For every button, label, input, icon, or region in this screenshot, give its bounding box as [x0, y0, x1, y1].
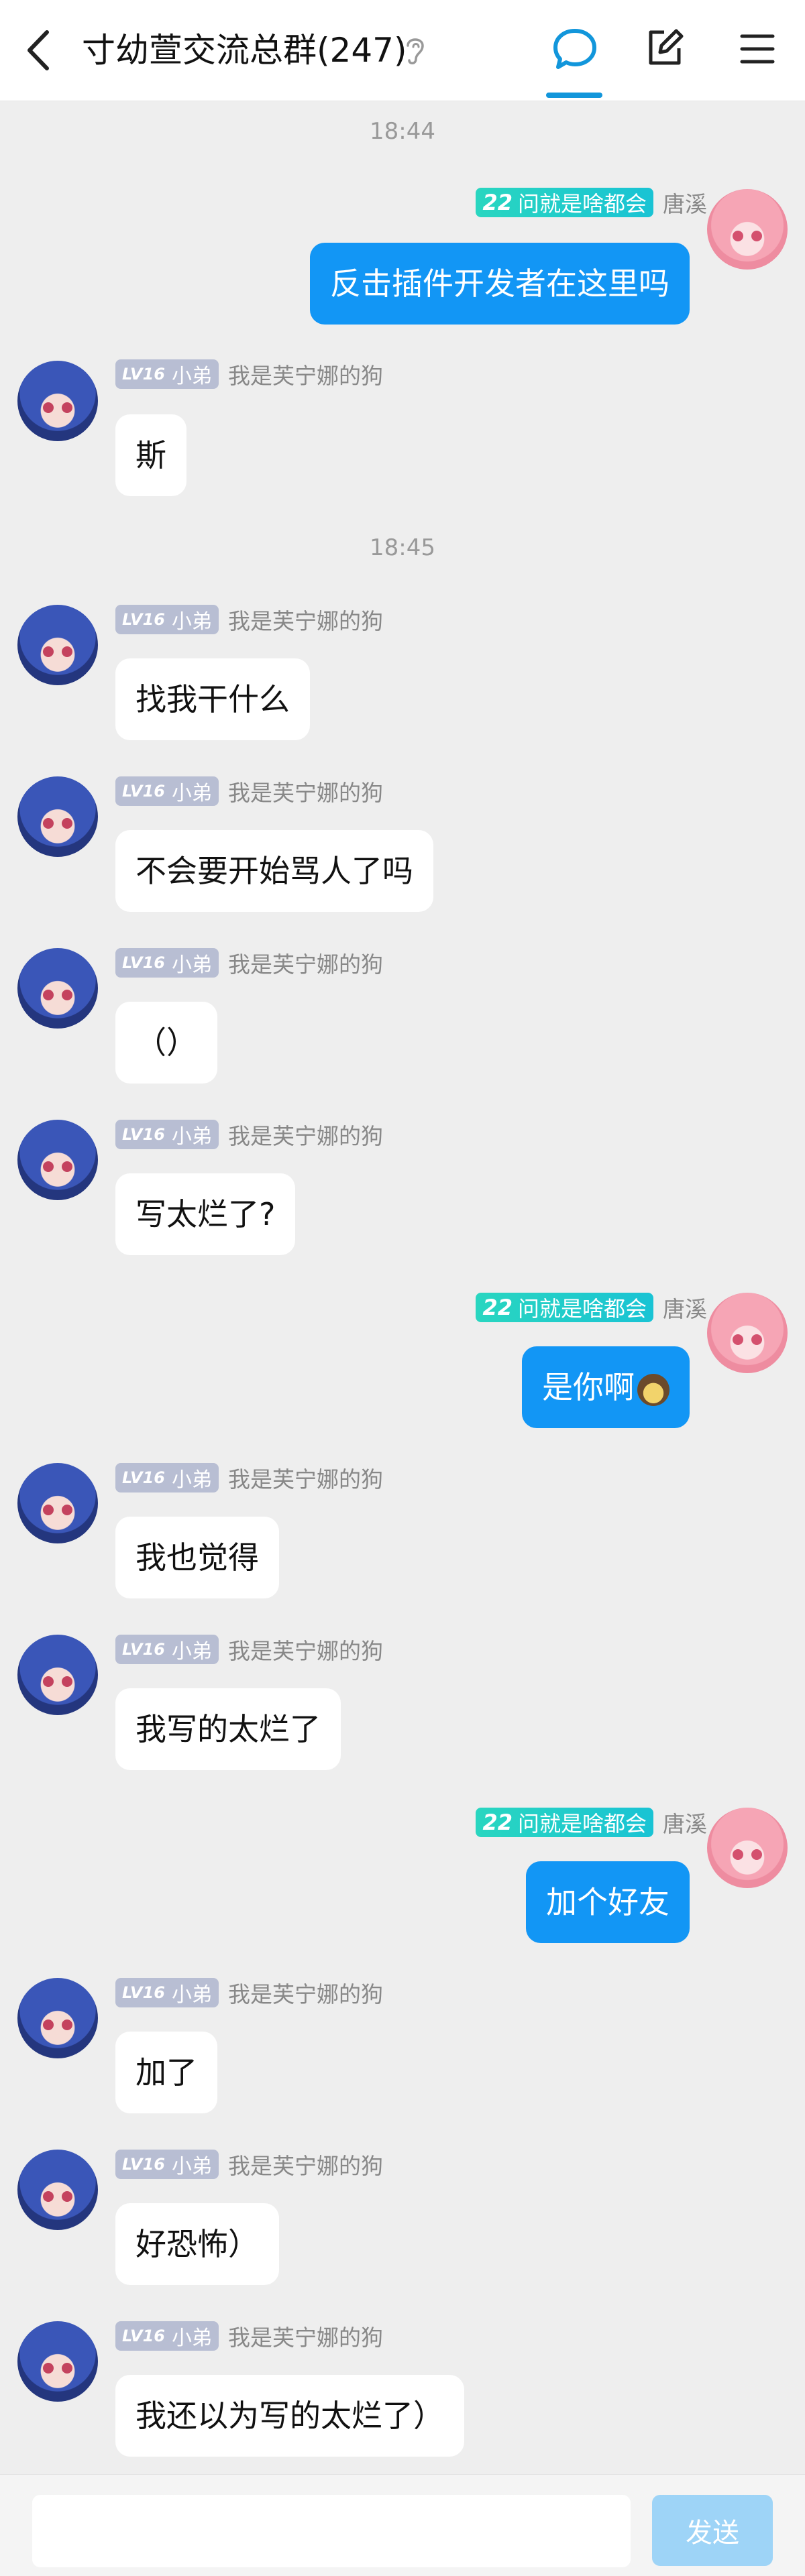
avatar[interactable] [17, 2150, 98, 2230]
message-bubble[interactable]: 我也觉得 [115, 1517, 279, 1598]
message-text: 是你啊 [542, 1369, 635, 1405]
sender-name: 我是芙宁娜的狗 [227, 951, 383, 978]
chat-header: 寸幼萱交流总群(247) [0, 0, 805, 101]
input-bar: 发送 [0, 2474, 805, 2576]
avatar[interactable] [707, 189, 788, 270]
sender-name: 我是芙宁娜的狗 [227, 2153, 383, 2179]
group-title[interactable]: 寸幼萱交流总群(247) [82, 25, 407, 75]
member-badge: 22 问就是啥都会 [476, 1808, 653, 1837]
avatar[interactable] [17, 2321, 98, 2402]
level-badge: LV16 小弟 [115, 1978, 219, 2007]
message-bubble[interactable]: 找我干什么 [115, 658, 310, 740]
sender-name: 我是芙宁娜的狗 [227, 1466, 383, 1492]
sender-info: 22 问就是啥都会 唐溪 [476, 1808, 707, 1837]
message-bubble[interactable]: 好恐怖） [115, 2203, 279, 2285]
avatar[interactable] [17, 776, 98, 857]
level-badge: LV16 小弟 [115, 776, 219, 806]
message-bubble[interactable]: 斯 [115, 414, 186, 496]
avatar[interactable] [17, 605, 98, 685]
level-badge: LV16 小弟 [115, 2321, 219, 2351]
emoji-icon [637, 1373, 669, 1406]
sender-info: LV16 小弟 我是芙宁娜的狗 [115, 2321, 383, 2351]
sender-name: 唐溪 [663, 1811, 707, 1837]
message-bubble[interactable]: 我写的太烂了 [115, 1688, 341, 1770]
avatar[interactable] [707, 1293, 788, 1373]
chat-bubble-icon[interactable] [551, 25, 598, 72]
sender-name: 我是芙宁娜的狗 [227, 1638, 383, 1664]
sender-info: 22 问就是啥都会 唐溪 [476, 188, 707, 217]
avatar[interactable] [707, 1808, 788, 1888]
active-tab-indicator [546, 93, 602, 98]
avatar[interactable] [17, 1120, 98, 1200]
level-badge: LV16 小弟 [115, 2150, 219, 2179]
sender-info: LV16 小弟 我是芙宁娜的狗 [115, 1978, 383, 2007]
ear-icon [407, 38, 424, 64]
message-bubble[interactable]: 反击插件开发者在这里吗 [310, 243, 690, 325]
level-badge: LV16 小弟 [115, 605, 219, 634]
message-bubble[interactable]: 写太烂了? [115, 1173, 296, 1255]
member-badge: 22 问就是啥都会 [476, 188, 653, 217]
avatar[interactable] [17, 361, 98, 441]
send-button[interactable]: 发送 [652, 2495, 773, 2566]
message-bubble[interactable]: 加个好友 [526, 1861, 690, 1943]
timestamp: 18:45 [370, 534, 435, 561]
member-badge: 22 问就是啥都会 [476, 1293, 653, 1322]
level-badge: LV16 小弟 [115, 948, 219, 978]
sender-info: LV16 小弟 我是芙宁娜的狗 [115, 1635, 383, 1664]
message-bubble[interactable]: 是你啊 [522, 1346, 690, 1428]
avatar[interactable] [17, 1978, 98, 2058]
menu-icon[interactable] [738, 30, 777, 68]
edit-icon[interactable] [644, 27, 686, 68]
message-bubble[interactable]: 加了 [115, 2032, 217, 2113]
sender-name: 我是芙宁娜的狗 [227, 1123, 383, 1149]
sender-info: LV16 小弟 我是芙宁娜的狗 [115, 2150, 383, 2179]
sender-info: LV16 小弟 我是芙宁娜的狗 [115, 1463, 383, 1492]
avatar[interactable] [17, 1635, 98, 1715]
message-input[interactable] [32, 2495, 631, 2567]
sender-info: LV16 小弟 我是芙宁娜的狗 [115, 948, 383, 978]
timestamp: 18:44 [370, 118, 435, 145]
sender-info: LV16 小弟 我是芙宁娜的狗 [115, 776, 383, 806]
avatar[interactable] [17, 1463, 98, 1543]
level-badge: LV16 小弟 [115, 359, 219, 389]
sender-name: 我是芙宁娜的狗 [227, 608, 383, 634]
avatar[interactable] [17, 948, 98, 1029]
sender-info: LV16 小弟 我是芙宁娜的狗 [115, 605, 383, 634]
sender-name: 我是芙宁娜的狗 [227, 363, 383, 389]
sender-name: 唐溪 [663, 1296, 707, 1322]
sender-name: 唐溪 [663, 191, 707, 217]
message-bubble[interactable]: （） [115, 1002, 217, 1084]
level-badge: LV16 小弟 [115, 1635, 219, 1664]
message-bubble[interactable]: 不会要开始骂人了吗 [115, 830, 433, 912]
sender-info: LV16 小弟 我是芙宁娜的狗 [115, 1120, 383, 1149]
sender-info: 22 问就是啥都会 唐溪 [476, 1293, 707, 1322]
message-bubble[interactable]: 我还以为写的太烂了） [115, 2375, 464, 2457]
level-badge: LV16 小弟 [115, 1463, 219, 1492]
sender-info: LV16 小弟 我是芙宁娜的狗 [115, 359, 383, 389]
level-badge: LV16 小弟 [115, 1120, 219, 1149]
sender-name: 我是芙宁娜的狗 [227, 780, 383, 806]
back-arrow-icon[interactable] [21, 27, 55, 74]
sender-name: 我是芙宁娜的狗 [227, 1981, 383, 2007]
sender-name: 我是芙宁娜的狗 [227, 2325, 383, 2351]
